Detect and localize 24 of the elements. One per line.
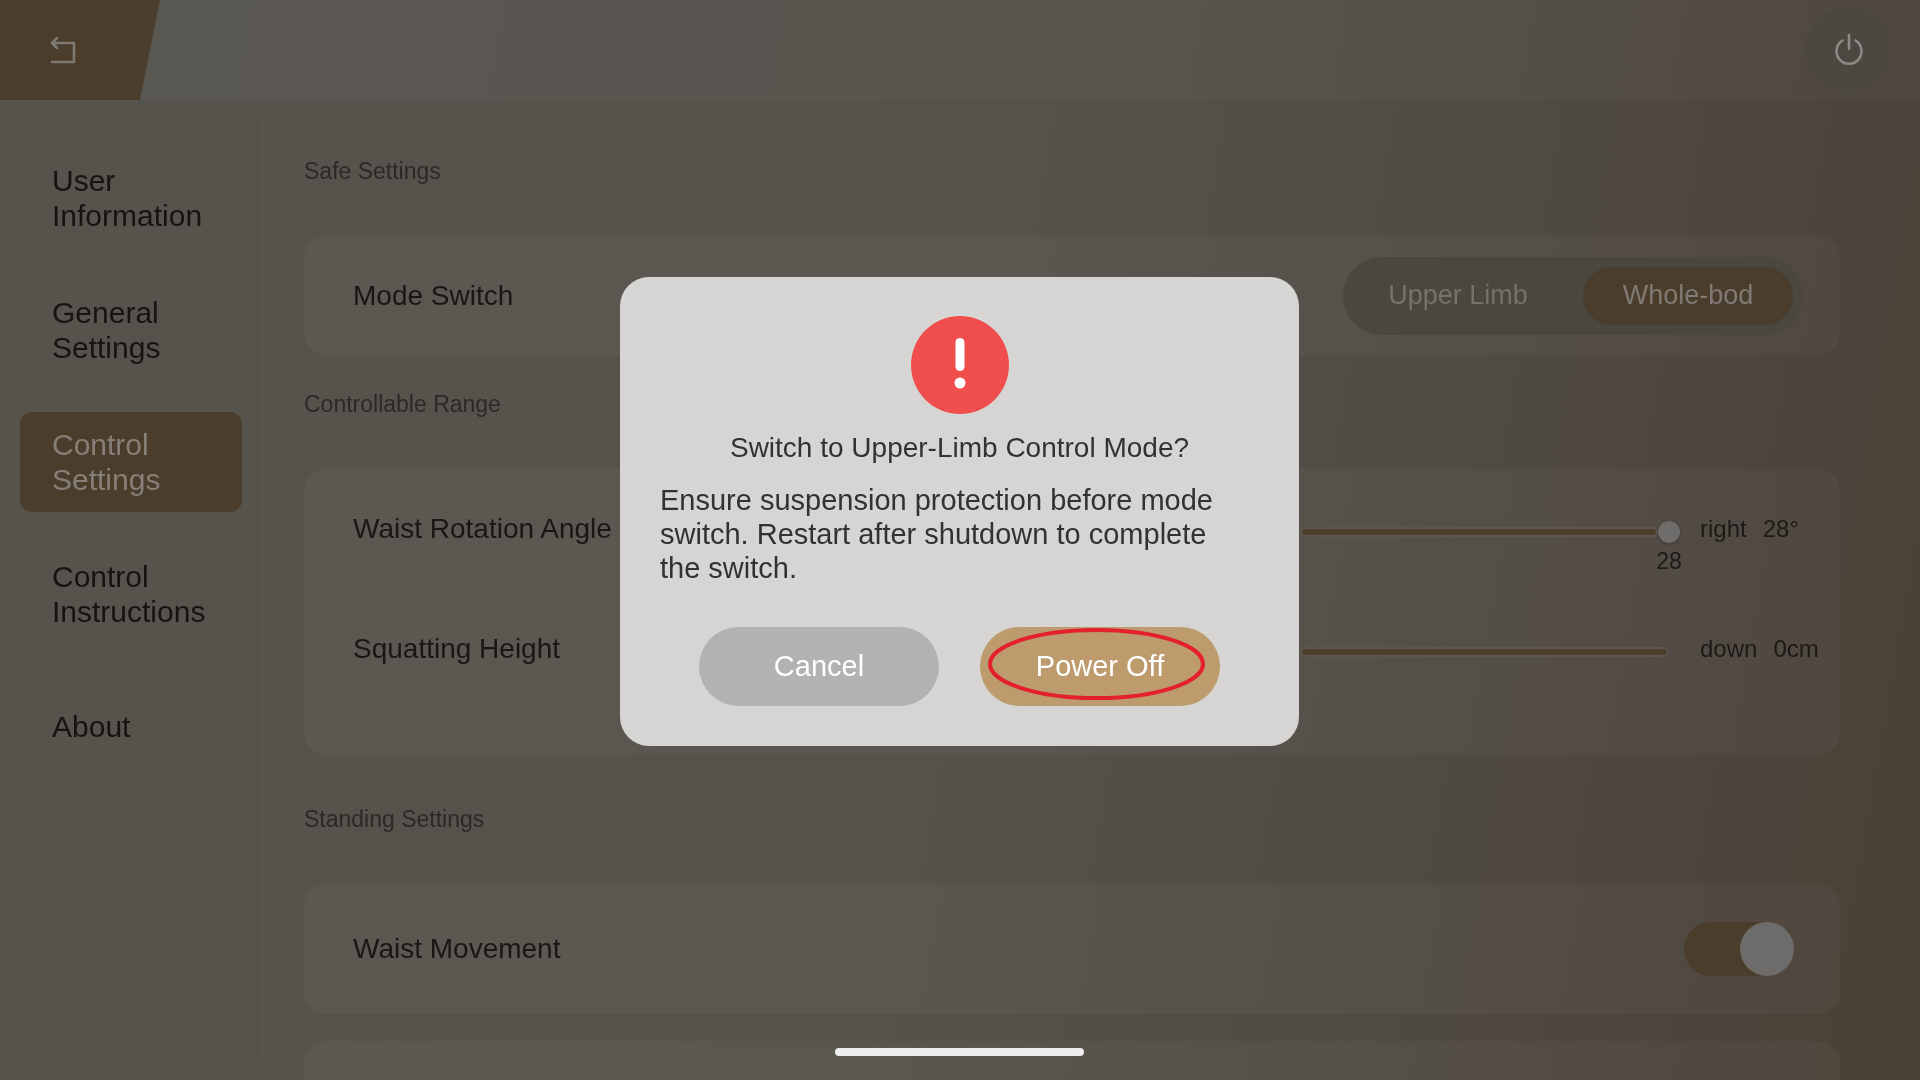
range-end-label: right: [1700, 514, 1747, 544]
range-end-label: down: [1700, 634, 1758, 664]
back-button[interactable]: [0, 0, 160, 100]
segment-option[interactable]: Whole-bod: [1583, 266, 1793, 325]
alert-icon: [910, 316, 1009, 414]
slider-thumb[interactable]: [1658, 521, 1680, 543]
toggle-switch[interactable]: [1684, 922, 1794, 976]
range-end-value: 28°: [1762, 514, 1799, 544]
dialog-button[interactable]: Cancel: [699, 627, 939, 706]
setting-label: Waist Movement: [353, 932, 561, 966]
sidebar-item[interactable]: About: [20, 676, 242, 776]
return-arrow-icon: [48, 35, 78, 65]
setting-label: Mode Switch: [353, 278, 514, 313]
sidebar-item[interactable]: User Information: [20, 148, 242, 248]
power-icon: [1833, 33, 1865, 67]
dialog-title: Switch to Upper-Limb Control Mode?: [729, 431, 1190, 465]
dialog-message: Ensure suspension protection before mode switch. Restart after shutdown to complete the switch.: [660, 483, 1214, 585]
setting-label: Waist Rotation Angle: [353, 512, 612, 546]
sidebar-item[interactable]: General Settings: [20, 280, 242, 380]
setting-label: Squatting Height: [353, 632, 561, 666]
sidebar-item[interactable]: Control Settings: [20, 412, 242, 512]
dialog-button[interactable]: Power Off: [980, 627, 1220, 706]
slider-value: 28: [1656, 547, 1682, 575]
sidebar-item[interactable]: Control Instructions: [20, 544, 242, 644]
